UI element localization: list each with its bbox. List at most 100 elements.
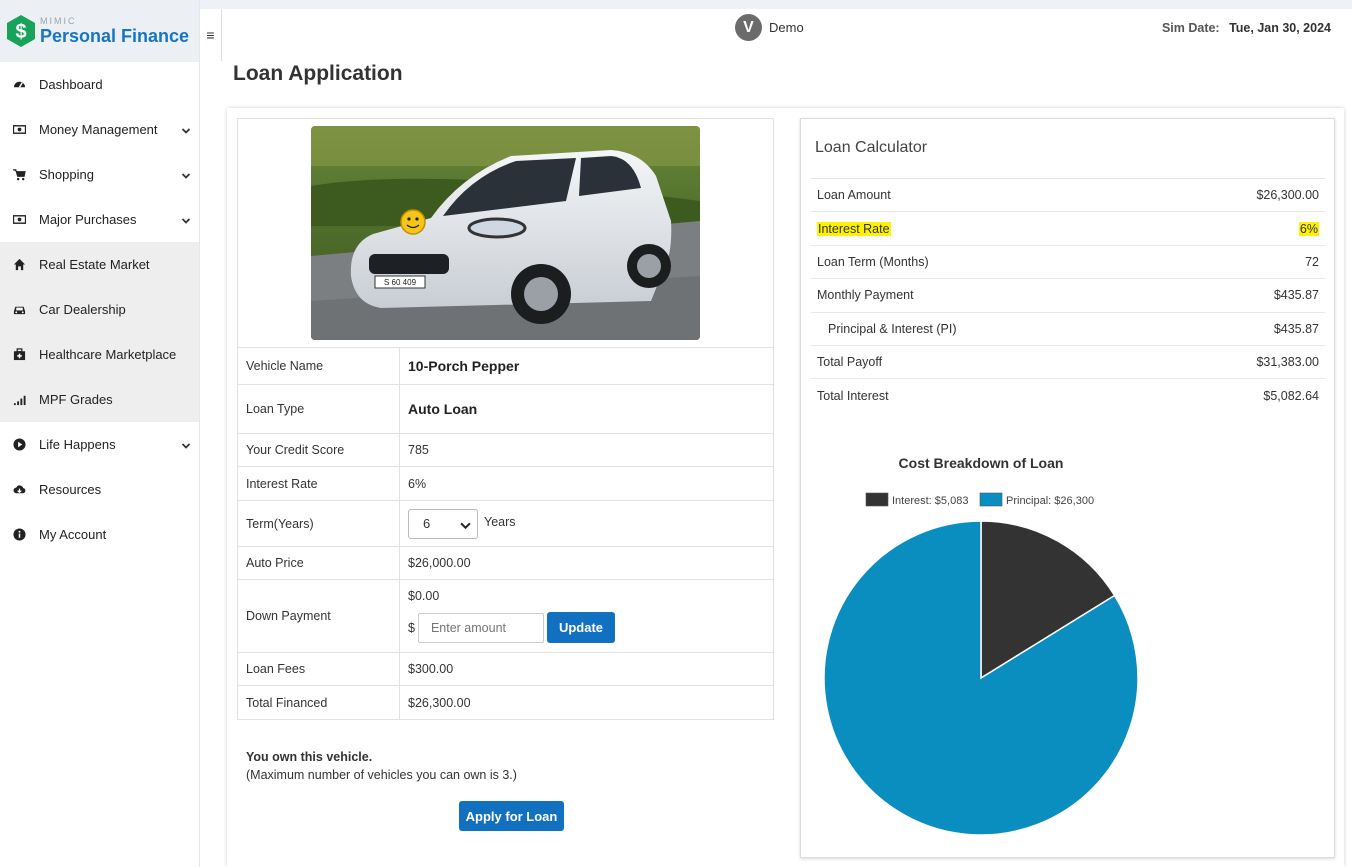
brand-small-text: MIMIC: [40, 16, 77, 26]
down-payment-value: $0.00: [408, 589, 440, 603]
auto-price-label: Auto Price: [238, 547, 400, 579]
sidebar-item-major-purchases[interactable]: Major Purchases: [0, 197, 199, 242]
dashboard-icon: [12, 78, 26, 92]
license-plate-text: S 60 409: [384, 278, 417, 287]
top-bar: ≡ V Demo Sim Date: Tue, Jan 30, 2024: [200, 9, 1352, 61]
svg-text:$: $: [15, 21, 26, 43]
chevron-down-icon[interactable]: [181, 439, 191, 449]
row-auto-price: Auto Price $26,000.00: [238, 547, 773, 580]
sim-date-value: Tue, Jan 30, 2024: [1229, 21, 1331, 35]
row-down-payment: Down Payment $0.00 $ Update: [238, 580, 773, 653]
legend-swatch-0: [865, 492, 889, 507]
total-financed-label: Total Financed: [238, 686, 400, 719]
ownership-status: You own this vehicle.: [246, 750, 373, 764]
avatar: V: [735, 14, 762, 41]
sidebar-item-label: MPF Grades: [39, 392, 113, 407]
sidebar-item-label: My Account: [39, 527, 107, 542]
sidebar-item-label: Money Management: [39, 122, 158, 137]
currency-symbol: $: [408, 620, 415, 635]
sidebar-item-label: Healthcare Marketplace: [39, 347, 177, 362]
info-circle-icon: [12, 528, 26, 542]
term-select-value: 6: [423, 516, 431, 531]
user-menu[interactable]: V Demo: [735, 14, 804, 41]
loan-fees-value: $300.00: [408, 662, 454, 676]
vehicle-name-label: Vehicle Name: [238, 348, 400, 384]
user-name: Demo: [769, 20, 804, 35]
loan-details-table: S 60 409 Vehicle Name 10-Porch Pepper Lo…: [237, 118, 774, 720]
update-button[interactable]: Update: [546, 612, 616, 643]
row-term: Term(Years) 6 Years: [238, 501, 773, 547]
car-icon: [12, 303, 26, 317]
sidebar-item-label: Life Happens: [39, 437, 116, 452]
sidebar: $ MIMIC Personal Finance Dashboard Money …: [0, 0, 200, 867]
sidebar-item-label: Major Purchases: [39, 212, 137, 227]
sidebar-item-healthcare-marketplace[interactable]: Healthcare Marketplace: [0, 332, 199, 377]
sim-date: Sim Date: Tue, Jan 30, 2024: [1162, 21, 1331, 35]
sidebar-item-life-happens[interactable]: Life Happens: [0, 422, 199, 467]
chevron-down-icon: [460, 522, 471, 529]
car-illustration: S 60 409: [311, 126, 700, 340]
down-payment-input[interactable]: [417, 612, 544, 643]
down-payment-label: Down Payment: [238, 580, 400, 652]
loan-type-value: Auto Loan: [408, 401, 478, 417]
sidebar-item-shopping[interactable]: Shopping: [0, 152, 199, 197]
loan-fees-label: Loan Fees: [238, 653, 400, 685]
home-icon: [12, 258, 26, 272]
menu-toggle-button[interactable]: ≡: [200, 9, 222, 61]
cloud-download-icon: [12, 483, 26, 497]
chevron-down-icon[interactable]: [181, 124, 191, 134]
total-financed-value: $26,300.00: [408, 695, 471, 710]
loan-calculator-panel: Loan Calculator Loan Amount $26,300.00 Int…: [800, 118, 1335, 858]
sidebar-item-car-dealership[interactable]: Car Dealership: [0, 287, 199, 332]
term-label: Term(Years): [238, 501, 400, 546]
brand-name: Personal Finance: [40, 26, 190, 46]
term-select[interactable]: 6: [408, 508, 478, 539]
row-interest-rate: Interest Rate 6%: [238, 467, 773, 501]
hamburger-icon: ≡: [206, 27, 215, 43]
brand-logo-area[interactable]: $ MIMIC Personal Finance: [0, 0, 199, 62]
legend-label-0: Interest: $5,083: [892, 495, 968, 507]
sidebar-item-label: Real Estate Market: [39, 257, 150, 272]
interest-rate-label: Interest Rate: [238, 467, 400, 500]
chart-title: Cost Breakdown of Loan: [899, 455, 1064, 471]
ownership-limit: (Maximum number of vehicles you can own …: [246, 768, 517, 782]
legend-swatch-1: [979, 492, 1003, 507]
sidebar-item-label: Car Dealership: [39, 302, 126, 317]
signal-icon: [12, 393, 26, 407]
row-loan-type: Loan Type Auto Loan: [238, 385, 773, 434]
legend-label-1: Principal: $26,300: [1006, 495, 1094, 507]
row-loan-fees: Loan Fees $300.00: [238, 653, 773, 686]
sidebar-item-label: Dashboard: [39, 77, 103, 92]
row-credit-score: Your Credit Score 785: [238, 434, 773, 467]
sidebar-item-mpf-grades[interactable]: MPF Grades: [0, 377, 199, 422]
sim-date-label: Sim Date:: [1161, 21, 1220, 35]
sidebar-nav: Dashboard Money Management Shopping Major P…: [0, 62, 199, 557]
chevron-down-icon[interactable]: [181, 169, 191, 179]
sidebar-item-money-management[interactable]: Money Management: [0, 107, 199, 152]
sidebar-item-label: Resources: [39, 482, 102, 497]
row-vehicle-name: Vehicle Name 10-Porch Pepper: [238, 348, 773, 385]
cost-breakdown-chart: Cost Breakdown of Loan Interest: $5,083 Pr…: [823, 455, 1139, 836]
page-title: Loan Application: [233, 62, 403, 85]
medkit-icon: [12, 348, 26, 362]
money-icon: [12, 123, 26, 137]
loan-type-label: Loan Type: [238, 385, 400, 433]
sidebar-item-real-estate-market[interactable]: Real Estate Market: [0, 242, 199, 287]
sidebar-item-my-account[interactable]: My Account: [0, 512, 199, 557]
cart-icon: [12, 168, 26, 182]
vehicle-image: S 60 409: [311, 126, 700, 340]
sidebar-item-resources[interactable]: Resources: [0, 467, 199, 512]
sidebar-item-dashboard[interactable]: Dashboard: [0, 62, 199, 107]
credit-score-label: Your Credit Score: [238, 434, 400, 466]
term-unit: Years: [484, 514, 516, 529]
top-strip: [200, 0, 1352, 9]
apply-for-loan-button[interactable]: Apply for Loan: [459, 801, 564, 831]
money-icon: [12, 213, 26, 227]
smiley-sticker-icon: [400, 209, 426, 235]
vehicle-name-value: 10-Porch Pepper: [408, 358, 520, 374]
row-total-financed: Total Financed $26,300.00: [238, 686, 773, 719]
credit-score-value: 785: [408, 443, 429, 457]
ownership-note: You own this vehicle. (Maximum number of…: [246, 748, 517, 784]
chevron-down-icon[interactable]: [181, 214, 191, 224]
interest-rate-value: 6%: [408, 476, 427, 491]
